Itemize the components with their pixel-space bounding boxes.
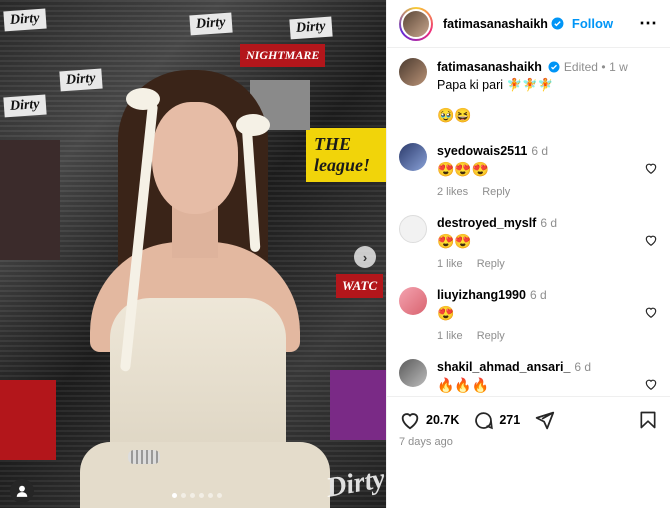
post-actions: 20.7K 271 (387, 396, 670, 431)
heart-icon[interactable] (644, 377, 658, 391)
poster-dirty: Dirty (3, 8, 47, 32)
post-image[interactable]: Dirty Dirty Dirty Dirty Dirty NIGHTMARE … (0, 0, 386, 508)
heart-icon[interactable] (399, 409, 421, 431)
comment: destroyed_myslf 6 d 😍😍 1 like Reply (399, 215, 658, 270)
caption-text: Papa ki pari 🧚🧚🧚 (437, 78, 554, 92)
comment-likes[interactable]: 2 likes (437, 186, 468, 198)
edited-label: Edited (563, 60, 598, 74)
avatar[interactable] (399, 359, 427, 387)
carousel-dot (190, 493, 195, 498)
more-options-icon[interactable]: ⋯ (639, 13, 658, 34)
poster-dirty: Dirty (3, 94, 47, 118)
reply-button[interactable]: Reply (482, 186, 510, 198)
comment-icon[interactable] (473, 410, 494, 431)
bookmark-icon[interactable] (638, 410, 658, 430)
comment-username[interactable]: syedowais2511 (437, 144, 527, 158)
comment-text: 🔥🔥🔥 (437, 377, 490, 393)
comment-time: 6 d (574, 360, 592, 374)
comment-text: 😍😍 (437, 233, 472, 249)
poster-portrait (0, 140, 60, 260)
heart-icon[interactable] (644, 161, 658, 175)
verified-icon (548, 61, 560, 73)
comment-text: 😍 (437, 305, 455, 321)
caption-username[interactable]: fatimasanashaikh (437, 60, 542, 74)
share-icon[interactable] (534, 410, 555, 431)
author-username[interactable]: fatimasanashaikh (443, 17, 548, 31)
carousel-dot (172, 493, 177, 498)
avatar[interactable] (399, 287, 427, 315)
comment-time: 6 d (529, 288, 547, 302)
caption-emojis: 🥹😆 (437, 107, 472, 123)
comment: shakil_ahmad_ansari_ 6 d 🔥🔥🔥 (399, 359, 658, 394)
post-caption: fatimasanashaikh Edited • 1 w Papa ki pa… (399, 58, 658, 124)
avatar[interactable] (399, 143, 427, 171)
comment-likes[interactable]: 1 like (437, 330, 463, 342)
comment-username[interactable]: shakil_ahmad_ansari_ (437, 360, 570, 374)
comment-likes[interactable]: 1 like (437, 258, 463, 270)
comment-text: 😍😍😍 (437, 161, 490, 177)
verified-icon (551, 17, 564, 30)
carousel-dot (217, 493, 222, 498)
poster-purple (330, 370, 386, 440)
follow-button[interactable]: Follow (572, 16, 613, 31)
reply-button[interactable]: Reply (477, 258, 505, 270)
comment-time: 6 d (531, 144, 549, 158)
poster-watch: WATC (336, 274, 384, 298)
comment-count[interactable]: 271 (499, 413, 520, 427)
heart-icon[interactable] (644, 305, 658, 319)
separator: • (601, 60, 606, 74)
posted-time: 7 days ago (399, 436, 453, 448)
comment-time: 6 d (540, 216, 558, 230)
user-icon (16, 485, 28, 497)
chevron-right-icon: › (362, 249, 368, 265)
carousel-next-button[interactable]: › (354, 246, 376, 268)
woman-figure (70, 62, 330, 508)
post-panel: fatimasanashaikh Follow ⋯ fatimasanashai… (386, 0, 670, 508)
carousel-dot (181, 493, 186, 498)
avatar[interactable] (399, 6, 433, 41)
comment: liuyizhang1990 6 d 😍 1 like Reply (399, 287, 658, 342)
poster-dirty: Dirty (189, 12, 233, 36)
avatar[interactable] (399, 58, 427, 86)
comment: syedowais2511 6 d 😍😍😍 2 likes Reply (399, 143, 658, 198)
post-header: fatimasanashaikh Follow ⋯ (387, 0, 670, 48)
heart-icon[interactable] (644, 233, 658, 247)
reply-button[interactable]: Reply (477, 330, 505, 342)
avatar[interactable] (399, 215, 427, 243)
caption-time: 1 w (609, 60, 628, 74)
carousel-dots (172, 493, 222, 498)
carousel-dot (199, 493, 204, 498)
tagged-user-button[interactable] (10, 479, 34, 503)
watermark-dirty: Dirty (323, 463, 386, 504)
carousel-dot (208, 493, 213, 498)
like-count[interactable]: 20.7K (426, 413, 459, 427)
comment-username[interactable]: destroyed_myslf (437, 216, 536, 230)
poster-red (0, 380, 56, 460)
poster-dirty: Dirty (289, 16, 333, 40)
comment-username[interactable]: liuyizhang1990 (437, 288, 526, 302)
